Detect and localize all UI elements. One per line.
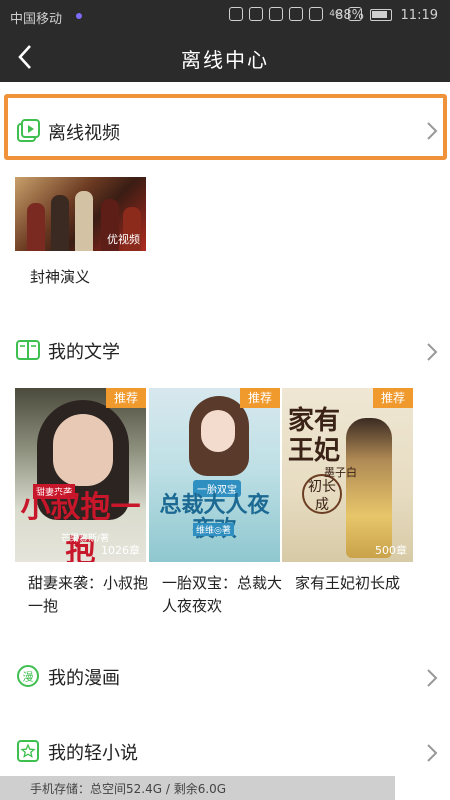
book-cover[interactable]: 家有王妃 初长成 墨子白 500章 推荐 [282, 388, 413, 562]
section-label: 我的轻小说 [48, 743, 138, 764]
section-label: 我的文学 [48, 342, 120, 363]
page-title: 离线中心 [181, 48, 269, 72]
video-thumbnail[interactable]: 优视频 [15, 177, 146, 251]
eye-icon [289, 7, 304, 21]
wifi-icon [309, 7, 324, 21]
recommend-badge: 推荐 [373, 388, 413, 408]
hd-icon [269, 7, 284, 21]
chapter-count: 500章 [375, 544, 407, 557]
recommend-badge: 推荐 [240, 388, 280, 408]
clock: 11:19 [400, 8, 438, 23]
section-my-comics[interactable]: 漫 我的漫画 [0, 648, 450, 704]
carrier-label: 中国移动 [10, 12, 63, 27]
comic-icon: 漫 [16, 664, 39, 687]
book-cover[interactable]: 一胎双宝 总裁大人夜夜欢 维维◎著 推荐 [149, 388, 280, 562]
book-title[interactable]: 一胎双宝：总裁大人夜夜欢 [162, 572, 286, 618]
open-book-icon [16, 338, 40, 360]
chevron-right-icon [427, 343, 438, 361]
chevron-right-icon [427, 669, 438, 687]
recommend-badge: 推荐 [106, 388, 146, 408]
video-title[interactable]: 封神演义 [30, 266, 90, 287]
cover-author: 墨子白 [324, 466, 357, 479]
book-cover[interactable]: 甜妻来袭 小叔抱一抱 芒果慕斯/著 1026章 推荐 [15, 388, 146, 562]
storage-info: 手机存储：总空间52.4G / 剩余6.0G [30, 782, 227, 796]
chapter-count: 1026章 [101, 544, 140, 557]
section-my-literature[interactable]: 我的文学 [0, 322, 450, 378]
section-my-light-novel[interactable]: 我的轻小说 [0, 723, 450, 779]
highlight-frame [4, 94, 447, 160]
battery-percent: 88% [335, 8, 364, 23]
chevron-right-icon [427, 744, 438, 762]
status-bar: 中国移动 4G 88% 11:19 [0, 0, 450, 32]
nav-bar: 离线中心 [0, 32, 450, 82]
battery-icon [370, 9, 392, 21]
book-title[interactable]: 家有王妃初长成 [295, 572, 419, 595]
vibrate-icon [229, 7, 244, 21]
cover-seal: 初长成 [302, 474, 342, 514]
alarm-icon [249, 7, 264, 21]
storage-bar: 手机存储：总空间52.4G / 剩余6.0G [0, 776, 395, 800]
cover-title: 家有王妃 [288, 406, 341, 466]
svg-text:漫: 漫 [23, 670, 34, 684]
star-book-icon [16, 739, 39, 762]
video-watermark: 优视频 [107, 233, 140, 246]
book-title[interactable]: 甜妻来袭：小叔抱一抱 [28, 572, 152, 618]
notification-dot-icon [76, 13, 82, 19]
cover-author: 维维◎著 [193, 523, 234, 536]
section-label: 我的漫画 [48, 668, 120, 689]
